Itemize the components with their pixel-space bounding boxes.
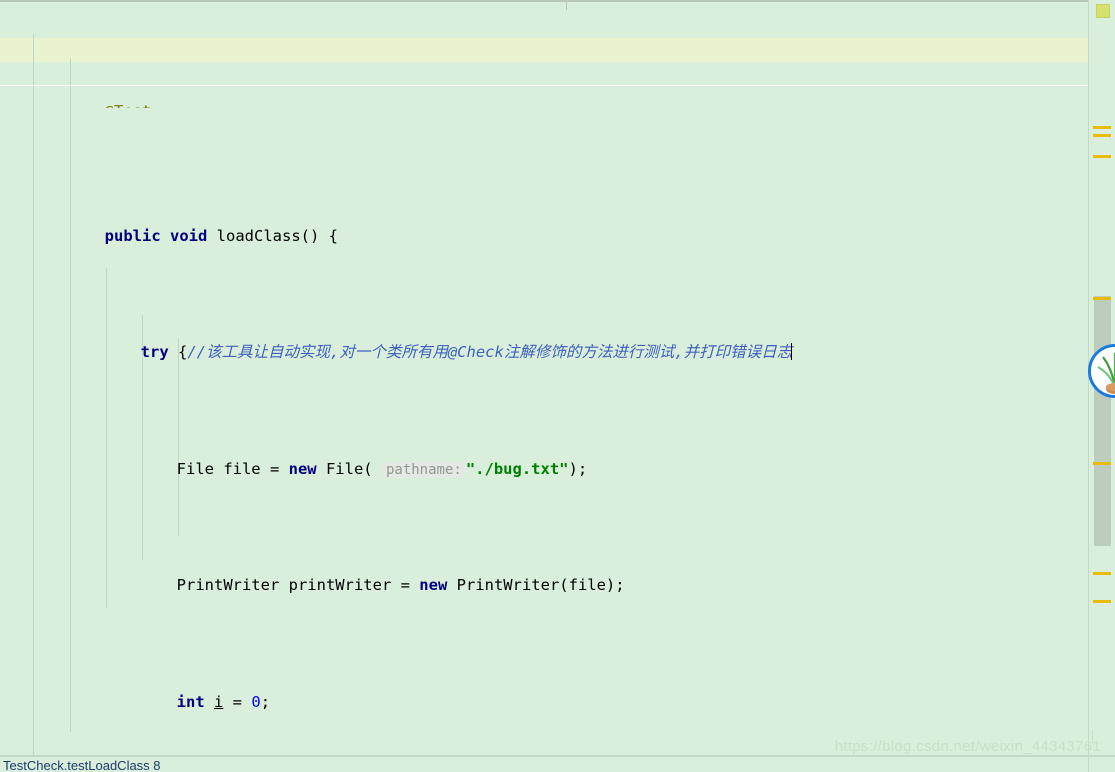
- annotation-test: @Test: [105, 102, 152, 108]
- inline-comment: //该工具让自动实现,对一个类所有用@Check注解修饰的方法进行测试,并打印错…: [187, 343, 793, 362]
- warning-stripe-mark[interactable]: [1093, 155, 1111, 158]
- code-line[interactable]: PrintWriter printWriter = new PrintWrite…: [0, 551, 1088, 594]
- code-line[interactable]: File file = new File( pathname: "./bug.tx…: [0, 434, 1088, 478]
- breadcrumb[interactable]: TestCheck.testLoadClass 8: [3, 758, 703, 772]
- warning-stripe-mark[interactable]: [1093, 297, 1111, 300]
- code-editor-window: @Test public void loadClass() { try {//该…: [0, 0, 1115, 772]
- warning-stripe-mark[interactable]: [1093, 462, 1111, 465]
- text-caret: [791, 343, 793, 361]
- editor-text-area[interactable]: @Test public void loadClass() { try {//该…: [0, 0, 1088, 755]
- parameter-hint[interactable]: pathname:: [381, 461, 466, 478]
- warning-stripe-mark[interactable]: [1093, 600, 1111, 603]
- number-literal: 0: [251, 692, 261, 711]
- keyword-try: try: [140, 343, 169, 362]
- code-line[interactable]: int i = 0;: [0, 667, 1088, 711]
- inspection-widget-icon[interactable]: [1096, 4, 1110, 18]
- punctuation: );: [568, 459, 588, 478]
- code-line-current[interactable]: try {//该工具让自动实现,对一个类所有用@Check注解修饰的方法进行测试…: [0, 318, 1088, 361]
- method-signature: loadClass() {: [207, 226, 338, 245]
- constructor-call: File(: [316, 459, 382, 478]
- keyword-new: new: [288, 459, 317, 478]
- declaration: PrintWriter printWriter =: [176, 576, 420, 595]
- operator: =: [223, 692, 252, 711]
- watermark-tick: [1092, 730, 1093, 744]
- variable-i: i: [214, 692, 224, 711]
- string-literal: "./bug.txt": [465, 459, 569, 478]
- warning-stripe-mark[interactable]: [1093, 134, 1111, 137]
- declaration: File file =: [176, 459, 289, 478]
- brace: {: [168, 343, 188, 362]
- punctuation: ;: [260, 692, 271, 711]
- plant-avatar-icon: [1091, 347, 1115, 395]
- warning-stripe-mark[interactable]: [1093, 126, 1111, 129]
- code-line[interactable]: @Test: [0, 93, 1088, 108]
- keyword-public: public: [104, 226, 161, 245]
- warning-stripe-mark[interactable]: [1093, 572, 1111, 575]
- code-content[interactable]: @Test public void loadClass() { try {//该…: [0, 0, 1088, 755]
- vertical-scrollbar-thumb[interactable]: [1094, 296, 1111, 546]
- code-line[interactable]: public void loadClass() {: [0, 201, 1088, 245]
- keyword-new: new: [419, 576, 448, 595]
- keyword-int: int: [176, 692, 205, 711]
- bottom-divider: [0, 755, 1115, 757]
- constructor-call: PrintWriter(file);: [447, 576, 625, 595]
- keyword-void: void: [170, 226, 208, 245]
